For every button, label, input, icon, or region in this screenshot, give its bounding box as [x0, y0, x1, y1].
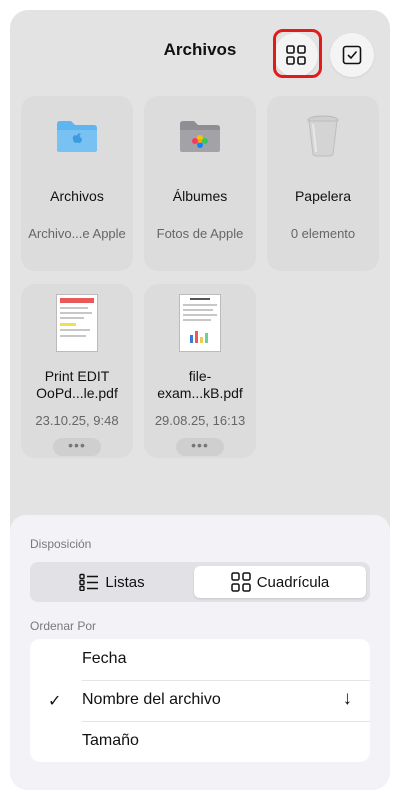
item-subtitle: Fotos de Apple [156, 226, 244, 241]
item-subtitle: Archivo...e Apple [28, 226, 126, 241]
grid-option-label: Cuadrícula [256, 573, 330, 591]
item-name: Álbumes [172, 188, 228, 204]
pdf-thumbnail [179, 294, 221, 352]
sort-option-label: Fecha [82, 650, 127, 667]
list-option-label: Listas [105, 573, 145, 591]
grid-option[interactable]: Cuadrícula [194, 566, 366, 598]
item-name-line2: exam...kB.pdf [157, 385, 243, 401]
sort-option-nombre[interactable]: ✓ Nombre del archivo ↓ [30, 680, 370, 721]
item-name-line1: Print EDIT [44, 368, 110, 384]
photos-folder-icon [180, 121, 220, 152]
list-option[interactable]: Listas [34, 566, 190, 598]
more-button[interactable]: ••• [53, 438, 101, 456]
sort-option-label: Nombre del archivo [82, 691, 221, 708]
folder-card-archivos[interactable]: Archivos Archivo...e Apple [21, 96, 133, 271]
checkbox-icon [342, 45, 362, 65]
highlight-box [273, 29, 322, 78]
sort-option-label: Tamaño [82, 732, 139, 749]
arrow-down-icon: ↓ [342, 688, 353, 709]
grid-icon [230, 572, 251, 592]
sort-option-fecha[interactable]: Fecha [30, 639, 370, 680]
item-name: Papelera [294, 188, 352, 204]
trash-icon [307, 115, 339, 157]
view-options-sheet: Disposición Listas Cuadrícula Ordenar Po… [10, 515, 390, 790]
more-button[interactable]: ••• [176, 438, 224, 456]
folder-card-papelera[interactable]: Papelera 0 elemento [267, 96, 379, 271]
item-date: 29.08.25, 16:13 [154, 413, 246, 428]
item-name: Archivos [50, 188, 104, 204]
item-name-line2: OoPd...le.pdf [36, 385, 118, 401]
item-name-line1: file- [188, 368, 212, 384]
sort-option-tamano[interactable]: Tamaño [30, 721, 370, 762]
file-card-file-example[interactable]: file- exam...kB.pdf 29.08.25, 16:13 ••• [144, 284, 256, 458]
layout-segmented-control: Listas Cuadrícula [30, 562, 370, 602]
item-date: 23.10.25, 9:48 [35, 413, 119, 428]
checkmark-icon: ✓ [48, 693, 62, 710]
layout-section-label: Disposición [30, 537, 92, 551]
file-card-print-edit[interactable]: Print EDIT OoPd...le.pdf 23.10.25, 9:48 … [21, 284, 133, 458]
pdf-thumbnail [56, 294, 98, 352]
item-subtitle: 0 elemento [290, 226, 356, 241]
sort-options-list: Fecha ✓ Nombre del archivo ↓ Tamaño [30, 639, 370, 762]
folder-card-albumes[interactable]: Álbumes Fotos de Apple [144, 96, 256, 271]
select-button[interactable] [330, 33, 374, 77]
folder-icon [57, 121, 97, 152]
files-app-screen: Archivos Archivos Archivo...e Apple Álbu… [10, 10, 390, 790]
sort-section-label: Ordenar Por [30, 619, 97, 633]
list-icon [79, 573, 99, 591]
